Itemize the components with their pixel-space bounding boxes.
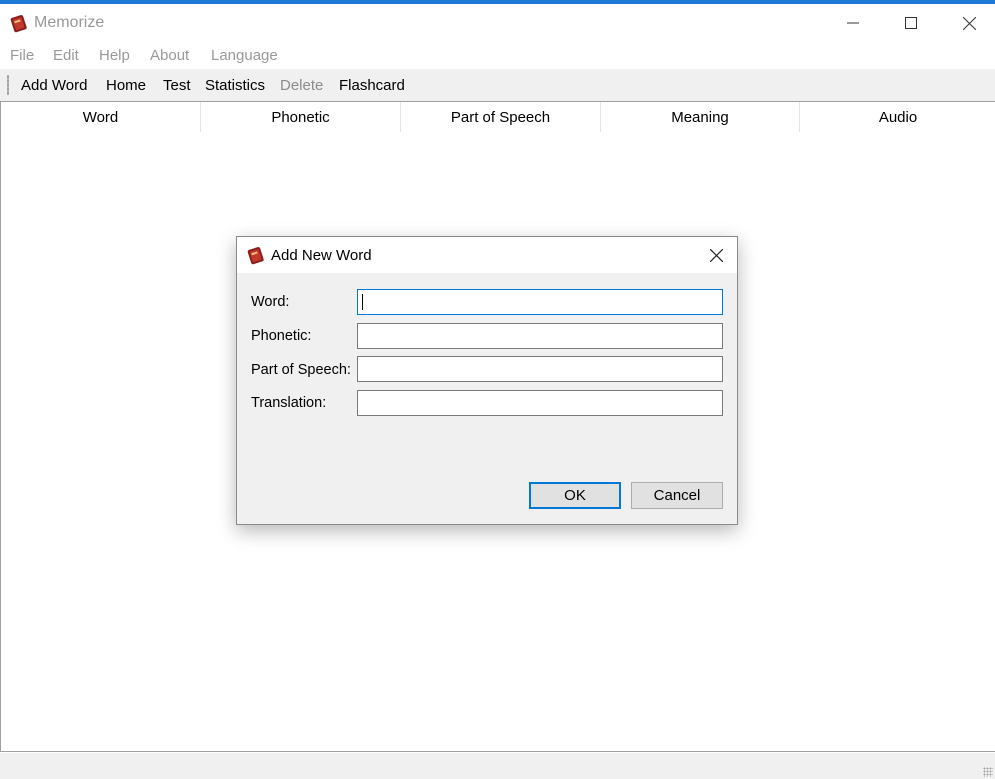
toolbar-add-word-button[interactable]: Add Word [21,77,87,94]
maximize-icon [905,17,917,29]
translation-label: Translation: [251,395,327,411]
toolbar-grip[interactable] [7,75,9,95]
column-header-audio[interactable]: Audio [800,102,995,132]
menu-edit[interactable]: Edit [53,47,79,64]
toolbar-test-button[interactable]: Test [163,77,191,94]
column-header-phonetic[interactable]: Phonetic [201,102,401,132]
main-window: Memorize File Edit Help About Language A… [0,0,995,779]
toolbar: Add Word Home Test Statistics Delete Fla… [0,69,995,102]
toolbar-flashcard-button[interactable]: Flashcard [339,77,405,94]
add-word-dialog: Add New Word Word: Phonetic: Part of Spe… [236,236,738,525]
book-icon [10,15,27,33]
status-bar [0,753,995,779]
resize-grip[interactable] [983,767,993,777]
menu-about[interactable]: About [150,47,189,64]
close-icon [962,16,976,30]
dialog-title: Add New Word [271,247,372,264]
close-icon [709,248,723,262]
toolbar-statistics-button[interactable]: Statistics [205,77,265,94]
phonetic-field[interactable] [357,323,723,349]
minimize-button[interactable] [830,8,876,38]
window-title: Memorize [34,14,105,31]
menu-file[interactable]: File [10,47,34,64]
dialog-title-bar[interactable]: Add New Word [237,237,737,273]
menu-bar: File Edit Help About Language [0,42,995,69]
ok-button[interactable]: OK [529,482,621,509]
title-bar[interactable]: Memorize [0,4,995,42]
part-of-speech-field[interactable] [357,356,723,382]
column-header-word[interactable]: Word [1,102,201,132]
maximize-button[interactable] [888,8,934,38]
menu-language[interactable]: Language [211,47,278,64]
phonetic-label: Phonetic: [251,328,312,344]
toolbar-home-button[interactable]: Home [106,77,146,94]
column-header-meaning[interactable]: Meaning [601,102,800,132]
menu-help[interactable]: Help [99,47,130,64]
translation-field[interactable] [357,390,723,416]
text-caret [362,294,363,310]
close-button[interactable] [946,8,992,38]
cancel-button[interactable]: Cancel [631,482,723,509]
word-label: Word: [251,294,290,310]
minimize-icon [847,22,859,24]
part-of-speech-label: Part of Speech: [251,362,351,378]
word-field[interactable] [357,289,723,315]
column-header-part-of-speech[interactable]: Part of Speech [401,102,601,132]
toolbar-delete-button: Delete [280,77,324,94]
dialog-close-button[interactable] [703,243,729,267]
book-icon [247,247,264,265]
